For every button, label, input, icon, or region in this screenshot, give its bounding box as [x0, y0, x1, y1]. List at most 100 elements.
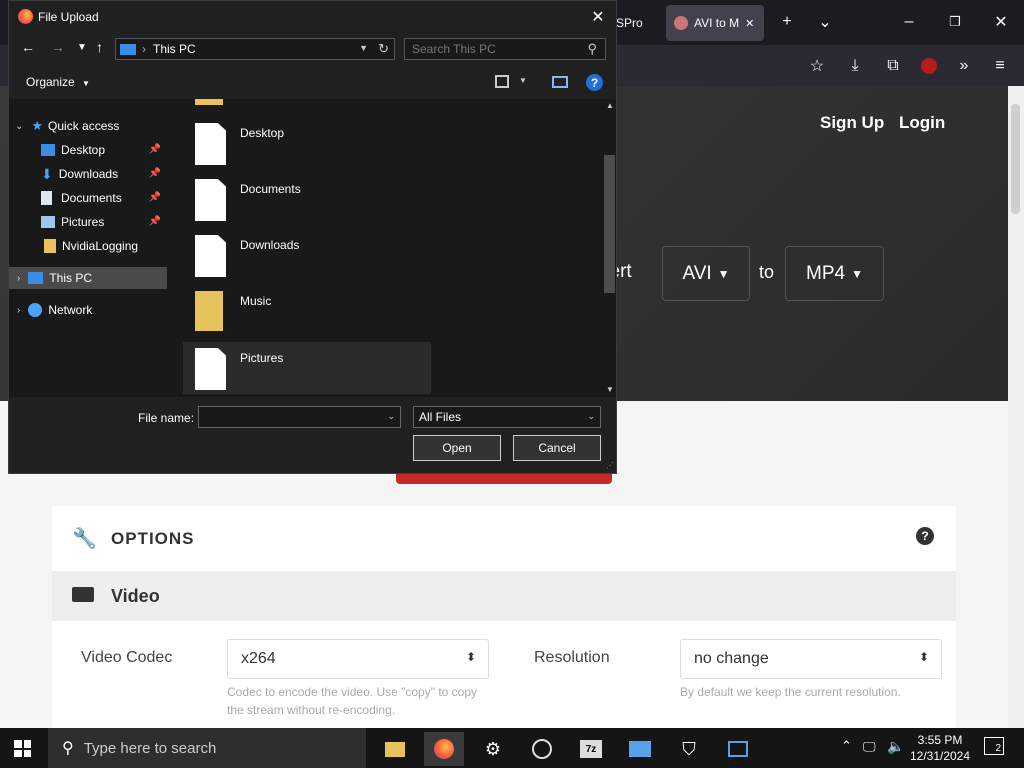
network-status-icon[interactable]: 🖵: [863, 739, 876, 755]
download-arrow-icon: ⬇: [41, 165, 53, 182]
expand-chevron-icon[interactable]: ⌄: [15, 121, 23, 132]
tree-pictures[interactable]: Pictures 📌: [9, 211, 167, 233]
to-label: to: [759, 262, 775, 282]
dialog-titlebar: File Upload ✕: [9, 1, 616, 33]
file-list-pane: Desktop Documents Downloads Music Pictur…: [167, 99, 603, 397]
address-bar[interactable]: › This PC ▼ ↻: [115, 38, 395, 60]
video-section-header: Video: [52, 571, 956, 621]
refresh-icon[interactable]: ↻: [378, 41, 389, 57]
open-button[interactable]: Open: [413, 435, 501, 461]
file-item-music[interactable]: Music: [183, 285, 431, 337]
tree-network[interactable]: › Network: [9, 299, 167, 321]
ublock-icon[interactable]: [913, 45, 945, 86]
preview-pane-icon[interactable]: [552, 76, 568, 88]
clock[interactable]: 3:55 PM 12/31/2024: [908, 732, 972, 764]
file-item-documents[interactable]: Documents: [183, 173, 431, 225]
file-list-scrollbar-thumb[interactable]: [604, 155, 615, 293]
file-item-downloads[interactable]: Downloads: [183, 229, 431, 281]
file-item-desktop[interactable]: Desktop: [183, 117, 431, 169]
address-dropdown-icon[interactable]: ▼: [359, 43, 368, 53]
search-placeholder: Search This PC: [412, 42, 496, 56]
page-scrollbar-thumb[interactable]: [1011, 104, 1020, 214]
help-icon[interactable]: ?: [916, 527, 934, 545]
tree-desktop[interactable]: Desktop 📌: [9, 139, 167, 161]
view-options-icon[interactable]: [495, 75, 509, 88]
notification-center-icon[interactable]: 2: [984, 737, 1004, 755]
restore-button[interactable]: ❐: [942, 8, 968, 36]
tree-quick-access[interactable]: ⌄ ★ Quick access: [9, 115, 167, 137]
tree-label: Downloads: [58, 167, 119, 181]
tree-label: Documents: [61, 191, 122, 205]
new-tab-button[interactable]: +: [774, 8, 800, 36]
firefox-taskbar-icon[interactable]: [424, 732, 464, 766]
expand-chevron-icon[interactable]: ›: [17, 273, 20, 284]
pin-icon: 📌: [148, 144, 161, 155]
expand-chevron-icon[interactable]: ›: [17, 305, 20, 316]
image-viewer-icon[interactable]: [620, 732, 660, 766]
downloads-icon[interactable]: ⤓: [839, 45, 871, 86]
tab-title: AVI to M: [694, 16, 740, 30]
video-codec-select[interactable]: x264 ⬍: [227, 639, 489, 679]
organize-label: Organize: [26, 75, 75, 89]
help-icon[interactable]: ?: [586, 74, 603, 91]
navigation-pane: ⌄ ★ Quick access Desktop 📌 ⬇ Downloads 📌…: [9, 99, 167, 397]
taskbar-search-box[interactable]: ⚲ Type here to search: [48, 728, 366, 768]
tab-avi-to-mp4[interactable]: AVI to M ✕: [666, 5, 764, 41]
file-upload-dialog: File Upload ✕ ← → ▼ ↑ › This PC ▼ ↻ Sear…: [8, 0, 617, 474]
chevron-down-icon[interactable]: ⌄: [387, 411, 395, 422]
tree-this-pc[interactable]: › This PC: [9, 267, 167, 289]
view-dropdown-icon[interactable]: ▼: [519, 76, 527, 85]
bookmark-star-icon[interactable]: ☆: [801, 45, 833, 86]
back-arrow-icon[interactable]: ←: [21, 39, 35, 55]
settings-gear-icon[interactable]: ⚙: [473, 732, 513, 766]
close-window-button[interactable]: ✕: [988, 8, 1014, 36]
show-hidden-icons-icon[interactable]: ⌃: [841, 738, 852, 754]
minimize-button[interactable]: –: [896, 8, 922, 36]
organize-menu[interactable]: Organize ▼: [26, 75, 90, 89]
resize-grip-icon[interactable]: ⋰: [606, 461, 614, 470]
cancel-button[interactable]: Cancel: [513, 435, 601, 461]
volume-muted-icon[interactable]: 🔈: [887, 738, 904, 755]
recent-locations-icon[interactable]: ▼: [77, 42, 87, 53]
forward-arrow-icon[interactable]: →: [51, 39, 65, 55]
resolution-select[interactable]: no change ⬍: [680, 639, 942, 679]
tree-documents[interactable]: Documents 📌: [9, 187, 167, 209]
from-format-value: AVI: [682, 262, 712, 284]
up-arrow-icon[interactable]: ↑: [96, 39, 103, 55]
document-icon: [41, 191, 52, 205]
scroll-down-icon[interactable]: ▼: [606, 385, 614, 394]
to-format-select[interactable]: MP4 ▼: [785, 246, 884, 301]
security-shield-icon[interactable]: ⛉: [669, 732, 709, 766]
dialog-close-icon[interactable]: ✕: [586, 5, 610, 29]
hamburger-menu-icon[interactable]: ≡: [984, 45, 1016, 86]
windows-start-icon[interactable]: [14, 740, 31, 757]
tab-close-icon[interactable]: ✕: [745, 17, 754, 30]
7zip-icon[interactable]: 7z: [571, 732, 611, 766]
obs-icon[interactable]: [522, 732, 562, 766]
list-tabs-button[interactable]: ⌄: [812, 8, 838, 36]
file-list-scrollbar[interactable]: ▲ ▼: [603, 99, 616, 397]
tree-downloads[interactable]: ⬇ Downloads 📌: [9, 163, 167, 185]
snipping-tool-icon[interactable]: [718, 732, 758, 766]
search-input[interactable]: Search This PC ⚲: [404, 38, 606, 60]
login-link[interactable]: Login: [899, 113, 945, 133]
search-icon: ⚲: [587, 41, 597, 56]
pin-icon: 📌: [148, 168, 161, 179]
firefox-icon: [18, 9, 33, 24]
signup-link[interactable]: Sign Up: [820, 113, 884, 133]
video-codec-value: x264: [241, 650, 276, 667]
overflow-icon[interactable]: »: [948, 45, 980, 86]
options-title: OPTIONS: [111, 529, 195, 548]
network-icon: [28, 303, 43, 317]
file-explorer-icon[interactable]: [375, 732, 415, 766]
chevron-down-icon: ▼: [717, 266, 730, 281]
page-scrollbar[interactable]: [1008, 86, 1024, 728]
extensions-icon[interactable]: ⧉: [877, 45, 909, 86]
chevron-down-icon: ⌄: [587, 411, 595, 421]
from-format-select[interactable]: AVI ▼: [662, 246, 750, 301]
filetype-select[interactable]: All Files ⌄: [413, 406, 601, 428]
scroll-up-icon[interactable]: ▲: [606, 101, 614, 110]
tree-nvidialogging[interactable]: NvidiaLogging: [9, 235, 167, 257]
file-item-pictures[interactable]: Pictures: [183, 342, 431, 394]
filename-input[interactable]: ⌄: [198, 406, 401, 428]
